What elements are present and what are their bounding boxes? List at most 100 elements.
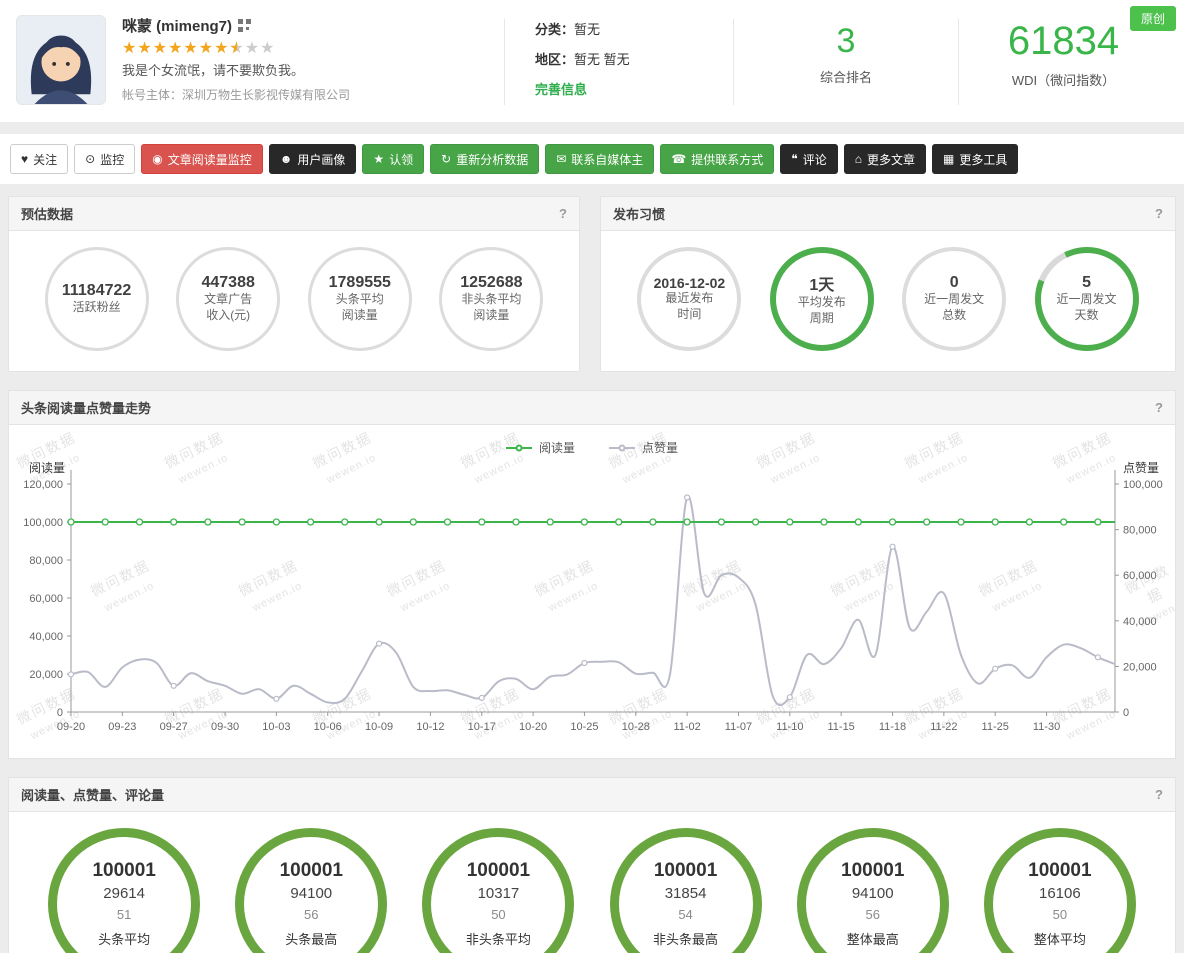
circle-label: 非头条平均 bbox=[461, 292, 522, 307]
read-count: 100001 bbox=[466, 860, 531, 881]
region-label: 地区： bbox=[535, 52, 575, 67]
circle-label: 文章广告 bbox=[204, 292, 253, 307]
legend-item-reads[interactable]: 阅读量 bbox=[505, 439, 575, 456]
svg-text:11-10: 11-10 bbox=[776, 721, 803, 733]
chart-container: 0 20,000 40,000 60,000 80,000 100,000 120,000 0… bbox=[9, 458, 1175, 748]
button-label: 更多工具 bbox=[959, 152, 1008, 167]
svg-text:09-23: 09-23 bbox=[108, 721, 136, 733]
trend-line-chart: 0 20,000 40,000 60,000 80,000 100,000 120,000 0… bbox=[23, 461, 1163, 733]
button-label: 更多文章 bbox=[867, 152, 916, 167]
metric-circle: 447388 文章广告 收入(元) bbox=[176, 247, 281, 351]
star-icon: ★ bbox=[137, 40, 152, 57]
toolbar: ♥ 关注 ⊙ 监控 ◉ 文章阅读量监控 ☻ 用户画像 ★ 认领 ↻ 重新分析数据 ✉ 联系自媒体主 ☎ 提供联… bbox=[0, 134, 1184, 184]
summary-circle: 100001 94100 56 整体最高 bbox=[796, 828, 949, 953]
legend-marker-icon bbox=[609, 444, 635, 451]
circle-label: 活跃粉丝 bbox=[72, 300, 121, 315]
comments-button[interactable]: ❝ 评论 bbox=[780, 144, 838, 174]
legend-label: 阅读量 bbox=[538, 441, 575, 455]
stats-circles: 100001 29614 51 头条平均 100001 94100 56 头条最高 100001… bbox=[9, 812, 1175, 953]
legend-marker-icon bbox=[505, 444, 532, 451]
svg-text:20,000: 20,000 bbox=[29, 669, 63, 681]
help-icon[interactable]: ? bbox=[1155, 206, 1163, 221]
button-label: 认领 bbox=[389, 152, 414, 167]
circle-label: 阅读量 bbox=[473, 308, 510, 322]
provide-contact-button[interactable]: ☎ 提供联系方式 bbox=[660, 144, 775, 174]
user-portrait-button[interactable]: ☻ 用户画像 bbox=[268, 144, 357, 174]
more-tools-button[interactable]: ▦ 更多工具 bbox=[932, 144, 1019, 174]
summary-circle: 100001 31854 54 非头条最高 bbox=[609, 828, 762, 953]
profile-card: 咪蒙 (mimeng7) ★★★★★★★★ ★ ★★ 我是个女流氓，请不要欺负我。 … bbox=[0, 0, 1184, 122]
star-icon: ★ bbox=[168, 40, 183, 57]
read-count: 100001 bbox=[653, 860, 718, 881]
circle-label: 近一周发文 bbox=[1056, 292, 1117, 307]
svg-text:40,000: 40,000 bbox=[1123, 616, 1157, 628]
panel-title: 头条阅读量点赞量走势 bbox=[21, 401, 152, 416]
follow-button[interactable]: ♥ 关注 bbox=[10, 144, 69, 174]
circle-label: 总数 bbox=[942, 308, 967, 322]
legend-label: 点赞量 bbox=[642, 441, 679, 455]
metric-circle: 5 近一周发文 天数 bbox=[1034, 247, 1139, 351]
medal-icon: ★ bbox=[373, 152, 385, 166]
monitor-button[interactable]: ⊙ 监控 bbox=[74, 144, 136, 174]
complete-info-link[interactable]: 完善信息 bbox=[535, 82, 587, 97]
svg-text:11-15: 11-15 bbox=[827, 721, 854, 733]
legend-ring-icon bbox=[618, 444, 626, 451]
rank-value: 3 bbox=[836, 22, 856, 60]
read-monitor-button[interactable]: ◉ 文章阅读量监控 bbox=[141, 144, 263, 174]
circle-label: 平均发布 bbox=[797, 295, 846, 310]
circle-label: 周期 bbox=[809, 311, 834, 325]
summary-label: 头条最高 bbox=[285, 932, 338, 947]
star-icon: ★ bbox=[122, 40, 137, 57]
panel-title: 预估数据 bbox=[21, 207, 74, 222]
circle-value: 5 bbox=[1082, 274, 1092, 292]
rank-block: 3 综合排名 bbox=[734, 15, 958, 86]
svg-text:点赞量: 点赞量 bbox=[1123, 461, 1159, 475]
circle-value: 1252688 bbox=[460, 274, 523, 292]
svg-text:10-17: 10-17 bbox=[468, 721, 496, 733]
like-count: 31854 bbox=[664, 885, 707, 902]
estimate-panel: 预估数据 ? 11184722 活跃粉丝 447388 文章广告 收入(元) 178955… bbox=[8, 196, 580, 372]
star-icon: ★ bbox=[183, 40, 198, 57]
profile-meta: 分类：暂无 地区：暂无 暂无 完善信息 bbox=[505, 15, 733, 109]
reanalyze-button[interactable]: ↻ 重新分析数据 bbox=[430, 144, 540, 174]
comment-count: 50 bbox=[491, 907, 506, 922]
circle-value: 447388 bbox=[201, 274, 255, 292]
svg-text:20,000: 20,000 bbox=[1123, 661, 1157, 673]
qrcode-icon[interactable] bbox=[238, 19, 252, 32]
read-count: 100001 bbox=[841, 860, 905, 881]
svg-text:10-25: 10-25 bbox=[570, 721, 598, 733]
like-count: 94100 bbox=[290, 885, 333, 902]
summary-circle: 100001 29614 51 头条平均 bbox=[48, 828, 201, 953]
circle-label: 收入(元) bbox=[206, 308, 251, 322]
help-icon[interactable]: ? bbox=[1155, 787, 1163, 802]
svg-text:10-09: 10-09 bbox=[365, 721, 393, 733]
legend-item-likes[interactable]: 点赞量 bbox=[609, 439, 678, 456]
grid-icon: ▦ bbox=[943, 152, 955, 166]
panels-row: 预估数据 ? 11184722 活跃粉丝 447388 文章广告 收入(元) 178955… bbox=[8, 196, 1176, 372]
contact-owner-button[interactable]: ✉ 联系自媒体主 bbox=[545, 144, 655, 174]
more-articles-button[interactable]: ⌂ 更多文章 bbox=[843, 144, 927, 174]
help-icon[interactable]: ? bbox=[1155, 400, 1163, 415]
trend-panel: 头条阅读量点赞量走势 ? 微问数据 wewen.io 微问数据 wewen.io 微问数… bbox=[8, 390, 1176, 759]
metric-circle: 1252688 非头条平均 阅读量 bbox=[439, 247, 544, 351]
read-count: 100001 bbox=[1028, 860, 1092, 881]
star-icon: ★ bbox=[260, 40, 275, 57]
help-icon[interactable]: ? bbox=[559, 206, 567, 221]
metric-circle: 1789555 头条平均 阅读量 bbox=[307, 247, 412, 351]
svg-text:阅读量: 阅读量 bbox=[29, 461, 65, 475]
summary-label: 整体平均 bbox=[1033, 932, 1086, 947]
read-count: 100001 bbox=[92, 860, 156, 881]
claim-button[interactable]: ★ 认领 bbox=[362, 144, 425, 174]
avatar bbox=[16, 15, 106, 105]
svg-text:11-07: 11-07 bbox=[725, 721, 752, 733]
comment-count: 50 bbox=[1052, 907, 1068, 922]
summary-label: 整体最高 bbox=[846, 932, 899, 947]
legend-ring-icon bbox=[515, 444, 523, 451]
svg-text:80,000: 80,000 bbox=[29, 555, 63, 567]
svg-text:11-22: 11-22 bbox=[930, 721, 957, 733]
svg-text:10-20: 10-20 bbox=[519, 721, 547, 733]
circle-label: 天数 bbox=[1074, 308, 1099, 322]
profile-info: 咪蒙 (mimeng7) ★★★★★★★★ ★ ★★ 我是个女流氓，请不要欺负我。 … bbox=[122, 15, 504, 103]
stats-panel: 阅读量、点赞量、评论量 ? 100001 29614 51 头条平均 100001 941… bbox=[8, 777, 1176, 953]
lock-icon: ⊙ bbox=[85, 152, 96, 166]
